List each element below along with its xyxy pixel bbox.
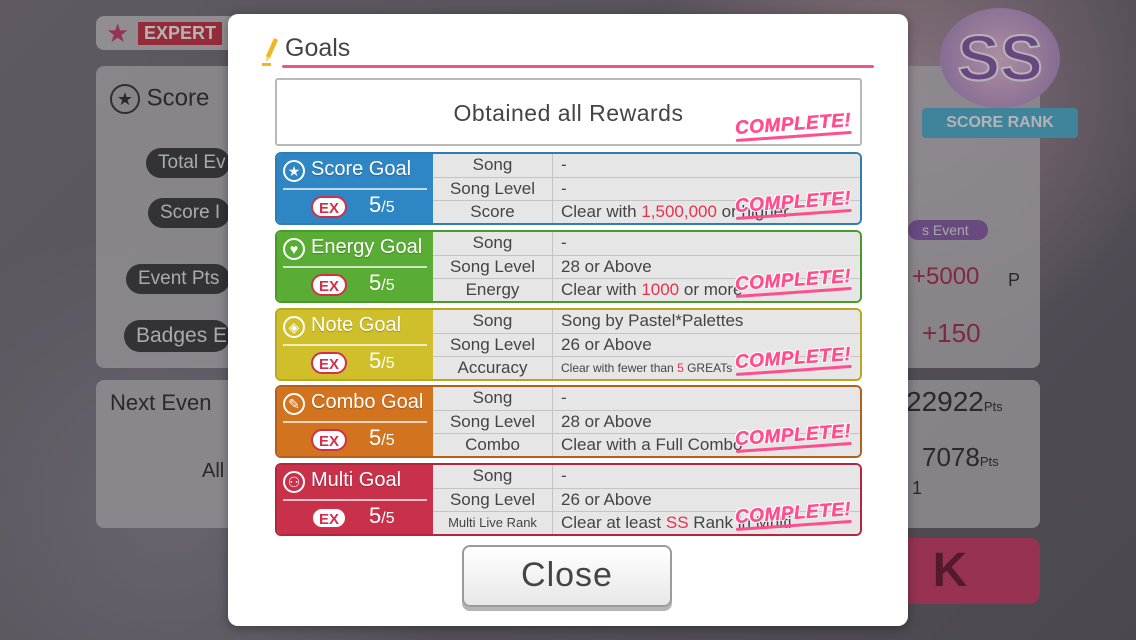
condition-row: Song - [433,465,860,488]
pen-icon: ✎ [283,393,305,415]
condition-value: - [561,154,856,177]
condition-highlight: 1,500,000 [641,202,717,221]
ex-badge: EX [311,196,347,218]
condition-value-text: Clear with fewer than [561,361,678,375]
goal-progress-total: /5 [381,355,395,372]
condition-key: Song Level [433,411,553,433]
goal-progress-value: 5 [369,192,382,217]
goal-progress: 5/5 [369,270,395,296]
goal-progress-value: 5 [369,270,382,295]
condition-key: Song [433,310,553,333]
condition-key: Song Level [433,489,553,511]
goal-name: Multi Goal [311,469,402,491]
goal-divider [283,344,427,346]
condition-value-text: Clear with [561,202,642,221]
condition-value: Song by Pastel*Palettes [561,310,856,333]
goal-name: Score Goal [311,158,412,180]
condition-key: Song [433,465,553,488]
condition-value-text: - [561,155,567,174]
condition-key: Song Level [433,178,553,200]
condition-key: Song Level [433,256,553,278]
condition-row: Song Song by Pastel*Palettes [433,310,860,333]
condition-highlight: 5 [677,361,684,375]
goal-name: Energy Goal [311,236,423,258]
goal-progress: 5/5 [369,348,395,374]
goal-panel: ⚇ Multi Goal EX 5/5 Song - Song Level 26 or Abo… [275,463,862,536]
ex-badge: EX [311,507,347,529]
condition-value-text: Song by Pastel*Palettes [561,311,744,330]
goal-panel: ★ Score Goal EX 5/5 Song - Song Level - Score Cle… [275,152,862,225]
condition-value-text: Clear at least [561,513,666,532]
condition-key: Energy [433,279,553,301]
diamond-icon: ◈ [283,316,305,338]
condition-key: Song [433,154,553,177]
condition-value-text: 26 or Above [561,335,652,354]
goals-modal: Goals Obtained all Rewards COMPLETE! ★ Sc… [228,14,908,626]
goal-header: ♥ Energy Goal EX 5/5 [277,232,433,301]
goal-name: Combo Goal [311,391,424,413]
condition-key: Score [433,201,553,223]
goal-progress-total: /5 [381,432,395,449]
condition-value-text: - [561,388,567,407]
condition-key: Combo [433,434,553,456]
condition-value-text: Clear with a Full Combo [561,435,743,454]
goal-panel: ◈ Note Goal EX 5/5 Song Song by Pastel*Palett… [275,308,862,381]
condition-value: - [561,465,856,488]
condition-value-suffix: or more [679,280,743,299]
goal-progress: 5/5 [369,503,395,529]
goal-progress-total: /5 [381,510,395,527]
condition-key: Song [433,232,553,255]
ex-badge: EX [311,352,347,374]
condition-row: Song - [433,154,860,177]
goal-progress: 5/5 [369,192,395,218]
condition-value-text: - [561,466,567,485]
condition-value: - [561,387,856,410]
condition-value-suffix: GREATs [683,361,733,375]
condition-row: Song - [433,387,860,410]
goal-divider [283,499,427,501]
goal-progress-value: 5 [369,425,382,450]
goal-progress-total: /5 [381,277,395,294]
condition-value-text: - [561,179,567,198]
goal-header: ⚇ Multi Goal EX 5/5 [277,465,433,534]
ex-badge: EX [311,274,347,296]
people-icon: ⚇ [283,471,305,493]
goal-divider [283,266,427,268]
condition-value-text: Clear with [561,280,642,299]
goal-header: ◈ Note Goal EX 5/5 [277,310,433,379]
goal-name: Note Goal [311,314,402,336]
condition-row: Song - [433,232,860,255]
star-icon: ★ [283,160,305,182]
pencil-icon [262,38,278,66]
goal-divider [283,188,427,190]
condition-value: - [561,232,856,255]
modal-title: Goals [285,34,351,62]
goal-progress-total: /5 [381,199,395,216]
heart-icon: ♥ [283,238,305,260]
condition-value-text: 26 or Above [561,490,652,509]
all-rewards-box: Obtained all Rewards COMPLETE! [275,78,862,146]
title-underline [282,65,874,68]
condition-value-text: - [561,233,567,252]
condition-highlight: 1000 [641,280,680,299]
condition-key: Accuracy [433,357,553,379]
goal-header: ✎ Combo Goal EX 5/5 [277,387,433,456]
goal-progress: 5/5 [369,425,395,451]
condition-value-text: 28 or Above [561,257,652,276]
goal-panel: ✎ Combo Goal EX 5/5 Song - Song Level 28 or Abo… [275,385,862,458]
goal-divider [283,421,427,423]
goal-progress-value: 5 [369,348,382,373]
goal-panel: ♥ Energy Goal EX 5/5 Song - Song Level 28 or Ab… [275,230,862,303]
condition-key: Song [433,387,553,410]
ex-badge: EX [311,429,347,451]
goal-header: ★ Score Goal EX 5/5 [277,154,433,223]
goal-progress-value: 5 [369,503,382,528]
condition-value-text: 28 or Above [561,412,652,431]
condition-highlight: SS [665,513,689,532]
close-button[interactable]: Close [462,545,672,607]
condition-key: Song Level [433,334,553,356]
condition-key: Multi Live Rank [433,512,553,534]
